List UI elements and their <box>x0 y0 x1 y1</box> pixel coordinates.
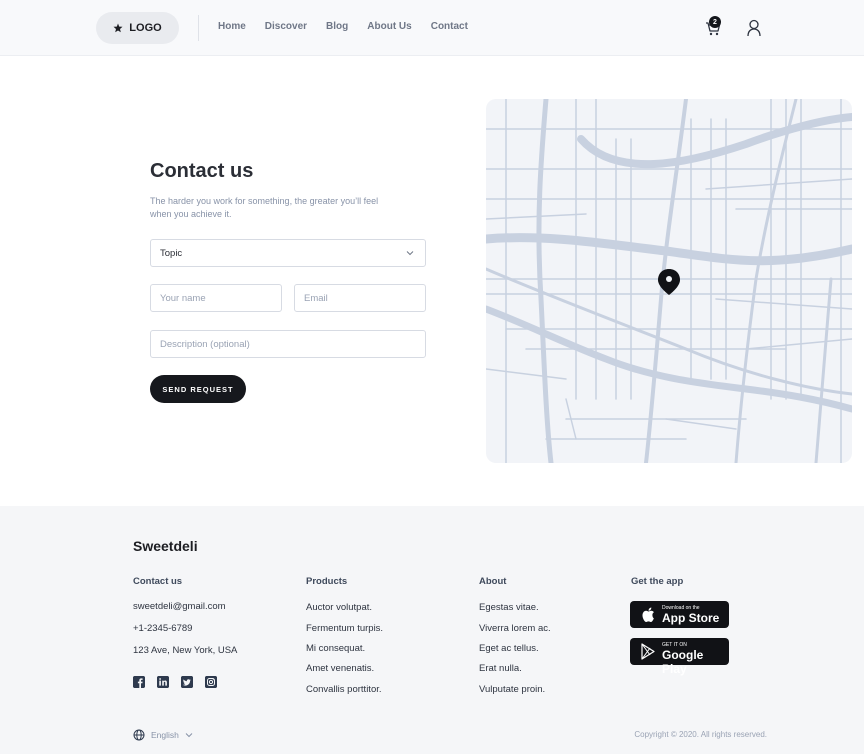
google-play-label: Google Play <box>662 648 704 676</box>
email-placeholder: Email <box>304 292 328 304</box>
nav-contact[interactable]: Contact <box>431 21 468 32</box>
nav-home[interactable]: Home <box>218 21 246 32</box>
description-input[interactable]: Description (optional) <box>150 330 426 358</box>
globe-icon <box>133 729 145 741</box>
app-store-label: App Store <box>662 611 720 625</box>
logo-button[interactable]: LOGO <box>96 12 179 44</box>
google-play-button[interactable]: GET IT ON Google Play <box>630 638 729 676</box>
map-streets <box>486 99 852 463</box>
name-input[interactable]: Your name <box>150 284 282 312</box>
nav-blog[interactable]: Blog <box>326 21 348 32</box>
email-input[interactable]: Email <box>294 284 426 312</box>
linkedin-icon[interactable] <box>157 676 169 688</box>
about-link-2[interactable]: Viverra lorem ac. <box>479 623 551 634</box>
about-link-4[interactable]: Erat nulla. <box>479 663 522 674</box>
copyright-text: Copyright © 2020. All rights reserved. <box>634 730 767 739</box>
language-selector[interactable]: English <box>133 729 193 741</box>
description-placeholder: Description (optional) <box>160 338 250 350</box>
facebook-icon[interactable] <box>133 676 145 688</box>
cart-count-badge: 2 <box>709 16 721 28</box>
footer-phone[interactable]: +1-2345-6789 <box>133 623 192 634</box>
products-link-2[interactable]: Fermentum turpis. <box>306 623 383 634</box>
send-request-button[interactable]: SEND REQUEST <box>150 375 246 403</box>
apple-icon <box>642 607 654 622</box>
topic-select[interactable]: Topic <box>150 239 426 267</box>
logo-label: LOGO <box>129 22 162 34</box>
name-placeholder: Your name <box>160 292 206 304</box>
user-icon[interactable] <box>746 19 762 37</box>
map-view[interactable] <box>486 99 852 463</box>
products-link-5[interactable]: Convallis porttitor. <box>306 684 382 695</box>
app-store-button[interactable]: Download on the App Store <box>630 601 729 628</box>
header-divider <box>198 15 199 41</box>
footer-about-title: About <box>479 576 507 587</box>
about-link-1[interactable]: Egestas vitae. <box>479 602 539 613</box>
nav-about-us[interactable]: About Us <box>367 21 411 32</box>
chevron-down-icon <box>185 733 193 738</box>
about-link-3[interactable]: Eget ac tellus. <box>479 643 539 654</box>
footer-app-title: Get the app <box>631 576 684 587</box>
contact-subtitle: The harder you work for something, the g… <box>150 196 379 219</box>
footer-brand: Sweetdeli <box>133 538 198 554</box>
language-label: English <box>151 730 179 740</box>
topic-value: Topic <box>160 247 183 259</box>
footer-email[interactable]: sweetdeli@gmail.com <box>133 601 226 612</box>
footer-products-title: Products <box>306 576 348 587</box>
footer-contact-title: Contact us <box>133 576 183 587</box>
main-nav: Home Discover Blog About Us Contact <box>218 21 468 32</box>
footer-address: 123 Ave, New York, USA <box>133 645 238 656</box>
nav-discover[interactable]: Discover <box>265 21 307 32</box>
products-link-1[interactable]: Auctor volutpat. <box>306 602 372 613</box>
google-play-icon <box>641 643 655 660</box>
contact-title: Contact us <box>150 160 254 182</box>
star-icon <box>113 23 123 33</box>
chevron-down-icon <box>406 251 414 256</box>
products-link-4[interactable]: Amet venenatis. <box>306 663 374 674</box>
about-link-5[interactable]: Vulputate proin. <box>479 684 545 695</box>
footer <box>0 506 864 754</box>
instagram-icon[interactable] <box>205 676 217 688</box>
twitter-icon[interactable] <box>181 676 193 688</box>
products-link-3[interactable]: Mi consequat. <box>306 643 365 654</box>
